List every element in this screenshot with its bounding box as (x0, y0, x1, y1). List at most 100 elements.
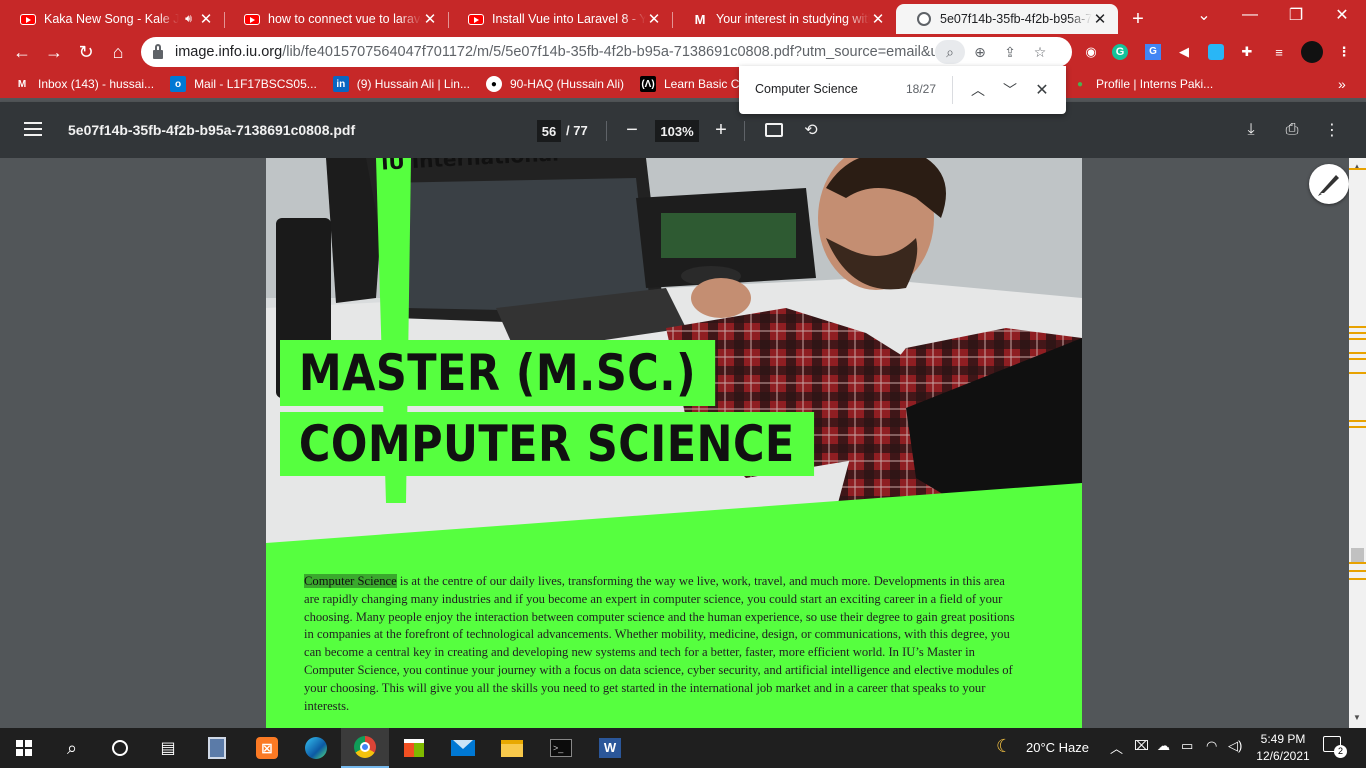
volume-icon[interactable]: ◁︎) (1228, 738, 1242, 754)
google-lens-extension-icon[interactable]: ◉ (1079, 40, 1103, 64)
search-icon[interactable]: ⌕ (48, 728, 96, 768)
bookmark-linkedin[interactable]: in (9) Hussain Ali | Lin... (332, 76, 470, 92)
find-bar: Computer Science 18/27 ︿ ﹀ ✕ (739, 66, 1066, 114)
microsoft-store-icon[interactable] (390, 728, 438, 768)
windows-start-icon[interactable] (0, 728, 48, 768)
speaker-icon[interactable]: ◀︎ (1172, 40, 1196, 64)
outlook-icon: o (170, 76, 187, 92)
tab-search-icon[interactable]: ⌄ (1181, 0, 1227, 30)
bookmark-star-icon[interactable]: ☆ (1025, 40, 1055, 64)
page-number-input[interactable]: 56 (537, 120, 561, 142)
calculator-icon[interactable] (193, 728, 241, 768)
vertical-scrollbar[interactable]: ▲ ▼ (1349, 158, 1366, 728)
windows-taskbar: ⌕ ▤ ⊠ >_ W ☾ 20°C Haze ︿ ⌧ ☁ ▭ ◠ ◁︎) 5:4… (0, 728, 1366, 768)
task-view-icon[interactable]: ▤ (144, 728, 192, 768)
tab-your-interest[interactable]: M Your interest in studying with ✕ (672, 4, 896, 34)
pdf-page: IU International MASTER (M.SC.) COMPUTER… (266, 158, 1082, 728)
more-actions-icon[interactable]: ⋮ (1319, 117, 1345, 143)
close-tab-icon[interactable]: ✕ (870, 10, 886, 28)
match-marker (1349, 358, 1366, 360)
onedrive-cloud-icon[interactable]: ☁ (1157, 738, 1170, 754)
zoom-in-button[interactable]: + (709, 117, 733, 143)
rotate-icon[interactable]: ⟲ (798, 117, 824, 143)
edge-icon[interactable] (292, 728, 340, 768)
more-bookmarks-button[interactable]: » (1338, 76, 1346, 92)
share-icon[interactable]: ⇪ (995, 40, 1025, 64)
chrome-icon[interactable] (341, 728, 389, 768)
tab-pdf-active[interactable]: 5e07f14b-35fb-4f2b-b95a-7 ✕ (896, 4, 1118, 34)
profile-avatar[interactable] (1300, 40, 1324, 64)
reading-list-icon[interactable]: ≡ (1267, 40, 1291, 64)
match-marker (1349, 426, 1366, 428)
divider (744, 121, 745, 141)
globe-icon (916, 11, 932, 27)
close-tab-icon[interactable]: ✕ (646, 10, 662, 28)
tab-connect-vue-laravel[interactable]: how to connect vue to larave ✕ (224, 4, 448, 34)
battery-icon[interactable]: ▭ (1181, 738, 1193, 754)
bookmark-mail[interactable]: o Mail - L1F17BSCS05... (170, 76, 317, 92)
show-hidden-icons-icon[interactable]: ︿ (1110, 738, 1123, 757)
wifi-icon[interactable]: ◠ (1206, 738, 1217, 754)
print-icon[interactable]: ⎙ (1279, 117, 1305, 143)
xampp-icon[interactable]: ⊠ (243, 728, 291, 768)
reload-icon[interactable]: ↻ (70, 36, 102, 68)
find-input[interactable]: Computer Science (755, 82, 858, 96)
system-clock[interactable]: 5:49 PM 12/6/2021 (1253, 731, 1313, 765)
bookmark-interns-pakistan[interactable]: ● Profile | Interns Paki... (1072, 76, 1213, 92)
fit-to-page-icon[interactable] (761, 117, 787, 143)
meet-now-icon[interactable]: ⌧ (1134, 738, 1149, 754)
cortana-icon[interactable] (96, 728, 144, 768)
extensions-puzzle-icon[interactable]: ✚ (1235, 40, 1259, 64)
scroll-down-arrow-icon[interactable]: ▼ (1353, 713, 1361, 722)
back-arrow-icon[interactable]: ← (6, 36, 38, 68)
google-translate-icon[interactable]: G (1141, 40, 1165, 64)
close-window-button[interactable]: ✕ (1319, 0, 1365, 30)
zoom-level-input[interactable]: 103% (655, 120, 699, 142)
file-explorer-icon[interactable] (488, 728, 536, 768)
speaker-icon[interactable]: 🔊︎ (185, 13, 192, 26)
grammarly-icon[interactable]: G (1108, 40, 1132, 64)
browser-menu-icon[interactable]: ⋮ (1332, 40, 1356, 64)
zoom-out-button[interactable]: − (620, 117, 644, 143)
bookmark-inbox[interactable]: M Inbox (143) - hussai... (14, 76, 154, 92)
tab-kaka-new-song[interactable]: Kaka New Song - Kale Je 🔊︎ ✕ (0, 4, 224, 34)
scrollbar-thumb[interactable] (1351, 548, 1364, 562)
forward-arrow-icon[interactable]: → (38, 36, 70, 68)
match-marker (1349, 420, 1366, 422)
find-previous-icon[interactable]: ︿ (966, 78, 990, 102)
weather-icon[interactable]: ☾ (996, 736, 1012, 757)
mail-icon[interactable] (439, 728, 487, 768)
menu-hamburger-icon[interactable] (24, 122, 42, 136)
pen-extension-icon[interactable] (1204, 40, 1228, 64)
minimize-button[interactable]: — (1227, 0, 1273, 30)
address-bar[interactable]: image.info.iu.org/lib/fe4015707564047f70… (141, 37, 1072, 67)
find-close-icon[interactable]: ✕ (1030, 78, 1054, 102)
word-icon[interactable]: W (586, 728, 634, 768)
bookmark-label: Profile | Interns Paki... (1096, 77, 1214, 91)
bookmark-github[interactable]: ● 90-HAQ (Hussain Ali) (485, 76, 624, 92)
pdf-title: 5e07f14b-35fb-4f2b-b95a-7138691c0808.pdf (68, 122, 356, 138)
close-tab-icon[interactable]: ✕ (198, 10, 214, 28)
home-icon[interactable]: ⌂ (102, 36, 134, 68)
bookmark-label: 90-HAQ (Hussain Ali) (509, 77, 624, 91)
close-tab-icon[interactable]: ✕ (422, 10, 438, 28)
url-host: image.info.iu.org (175, 44, 283, 60)
weather-text[interactable]: 20°C Haze (1026, 740, 1089, 755)
restore-button[interactable]: ❐ (1273, 0, 1319, 30)
zoom-icon[interactable]: ⊕ (965, 40, 995, 64)
pdf-viewport[interactable]: IU International MASTER (M.SC.) COMPUTER… (0, 158, 1349, 728)
tab-install-vue-laravel[interactable]: Install Vue into Laravel 8 - Yo ✕ (448, 4, 672, 34)
download-icon[interactable]: ⤓ (1238, 117, 1264, 143)
notification-center-icon[interactable]: 2 (1323, 736, 1347, 758)
terminal-icon[interactable]: >_ (537, 728, 585, 768)
pen-annotation-icon[interactable] (1309, 164, 1349, 204)
url-text[interactable]: image.info.iu.org/lib/fe4015707564047f70… (175, 44, 935, 60)
globe-icon: ● (1076, 78, 1084, 90)
lock-icon[interactable] (153, 43, 163, 59)
close-tab-icon[interactable]: ✕ (1092, 10, 1108, 28)
find-next-icon[interactable]: ﹀ (998, 78, 1022, 102)
github-icon: ● (485, 76, 502, 92)
match-marker (1349, 372, 1366, 374)
find-in-page-icon[interactable]: ⌕ (935, 40, 965, 64)
new-tab-button[interactable]: + (1118, 4, 1158, 34)
